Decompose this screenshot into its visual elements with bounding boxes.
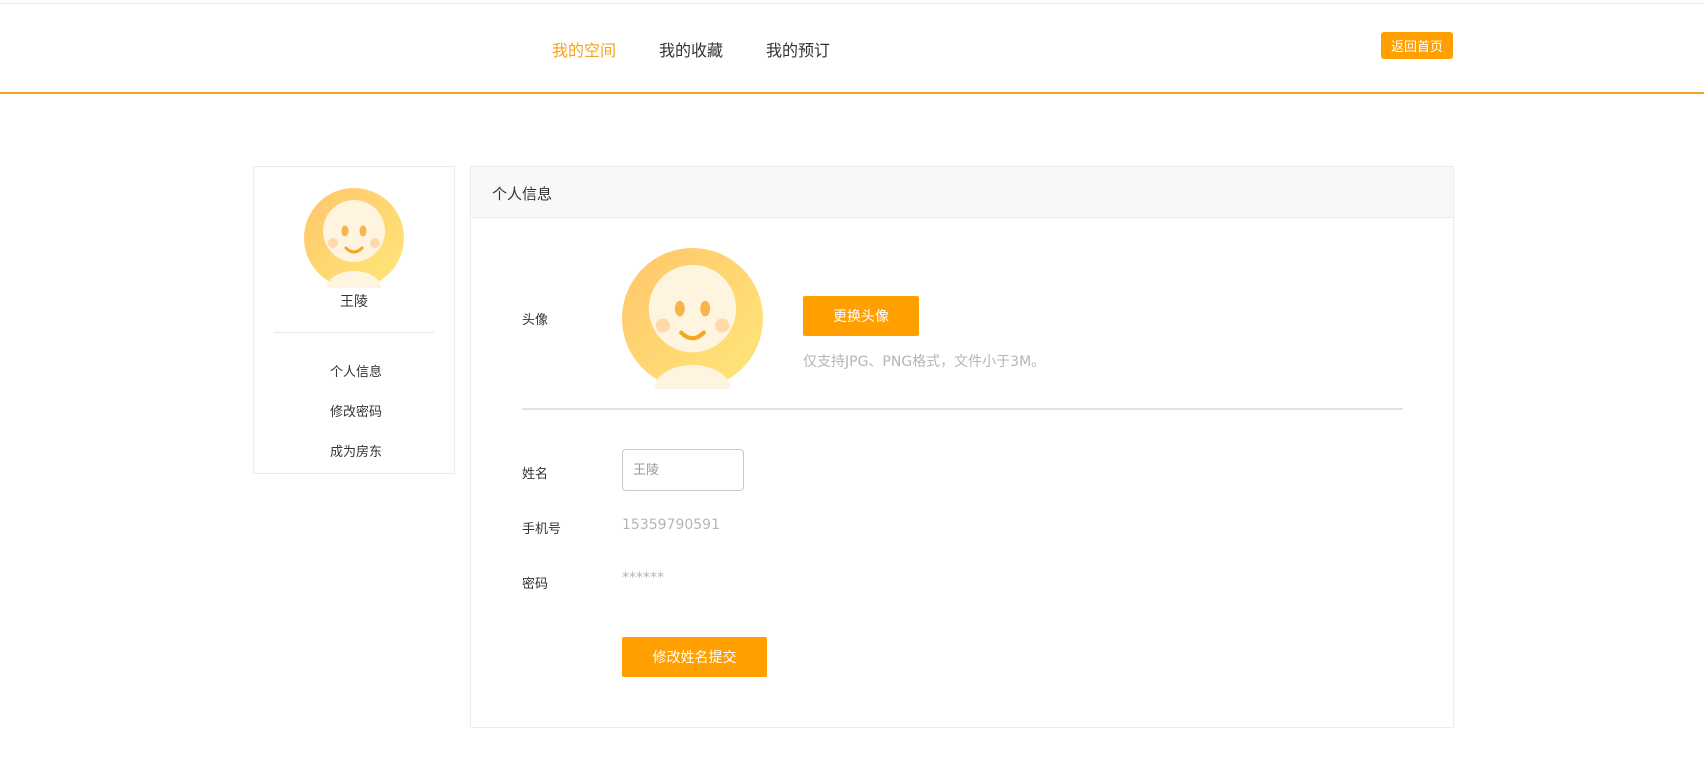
back-home-button[interactable]: 返回首页 bbox=[1381, 32, 1453, 59]
nav-my-space[interactable]: 我的空间 bbox=[552, 37, 616, 61]
name-input[interactable] bbox=[622, 449, 744, 491]
sidebar-item-change-password[interactable]: 修改密码 bbox=[254, 393, 454, 433]
sidebar-menu: 个人信息 修改密码 成为房东 bbox=[254, 353, 454, 473]
password-value: ****** bbox=[622, 570, 664, 586]
phone-label: 手机号 bbox=[522, 522, 562, 537]
avatar-label: 头像 bbox=[522, 313, 549, 328]
main-nav: 我的空间 我的收藏 我的预订 bbox=[552, 37, 873, 61]
change-avatar-button[interactable]: 更换头像 bbox=[803, 296, 919, 336]
top-header: 我的空间 我的收藏 我的预订 返回首页 bbox=[0, 4, 1704, 94]
avatar-format-hint: 仅支持JPG、PNG格式，文件小于3M。 bbox=[803, 354, 1046, 370]
profile-panel: 个人信息 头像 更换头像 仅支持JPG、PNG格式，文件小于3M。 姓名 手机号… bbox=[470, 166, 1454, 728]
smiley-avatar-icon bbox=[304, 188, 404, 288]
user-sidebar: 王陵 个人信息 修改密码 成为房东 bbox=[253, 166, 455, 474]
nav-my-favorites[interactable]: 我的收藏 bbox=[659, 37, 723, 61]
panel-header: 个人信息 bbox=[471, 167, 1453, 218]
password-label: 密码 bbox=[522, 577, 549, 592]
smiley-avatar-icon[interactable] bbox=[622, 248, 763, 389]
submit-name-button[interactable]: 修改姓名提交 bbox=[622, 637, 767, 677]
sidebar-item-profile[interactable]: 个人信息 bbox=[254, 353, 454, 393]
section-divider bbox=[522, 408, 1403, 410]
panel-title: 个人信息 bbox=[492, 185, 553, 203]
sidebar-item-become-landlord[interactable]: 成为房东 bbox=[254, 433, 454, 473]
sidebar-divider bbox=[274, 332, 434, 333]
phone-value: 15359790591 bbox=[622, 517, 720, 533]
sidebar-user-name: 王陵 bbox=[340, 294, 368, 310]
nav-my-bookings[interactable]: 我的预订 bbox=[766, 37, 830, 61]
name-label: 姓名 bbox=[522, 467, 549, 482]
